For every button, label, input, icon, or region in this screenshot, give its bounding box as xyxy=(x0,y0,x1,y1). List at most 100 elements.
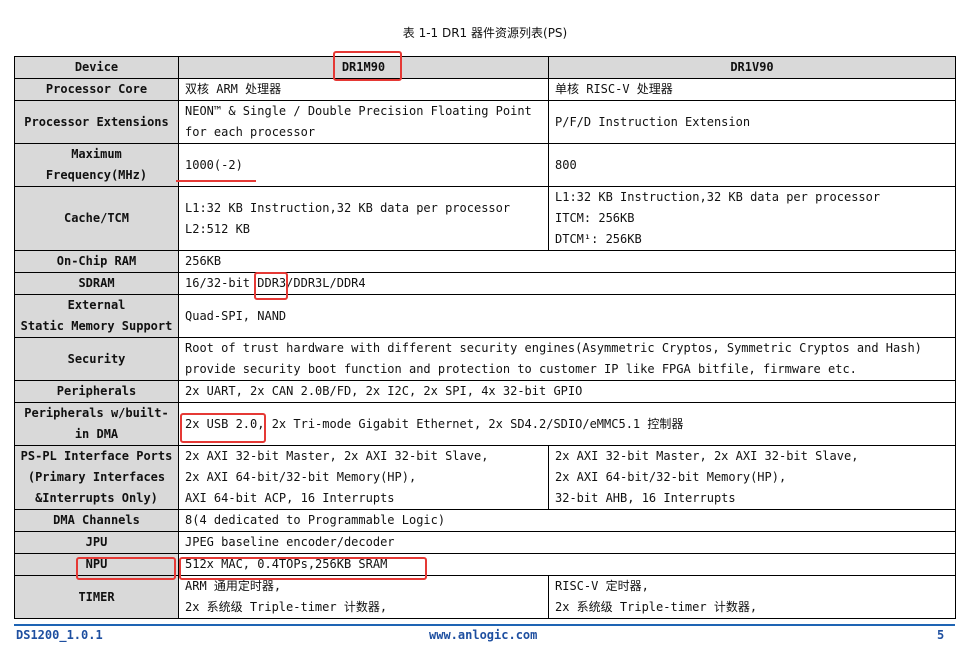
cell-dr1v90-line: P/F/D Instruction Extension xyxy=(555,114,751,129)
row-label-line: &Interrupts Only) xyxy=(35,491,158,505)
cell-dr1v90-line: 2x AXI 32-bit Master, 2x AXI 32-bit Slav… xyxy=(555,449,859,463)
row-label: External Static Memory Support xyxy=(14,294,179,338)
table-body: Processor Core 双核 ARM 处理器 单核 RISC-V 处理器 Pro… xyxy=(14,78,956,619)
cell-dr1v90-line: DTCM¹: 256KB xyxy=(555,232,642,246)
cell-dr1v90-line: 2x 系统级 Triple-timer 计数器, xyxy=(555,600,758,614)
header-device: Device xyxy=(14,56,179,79)
cell-dr1v90: 800 xyxy=(548,143,956,187)
cell-dr1v90: 单核 RISC-V 处理器 xyxy=(548,78,956,101)
cell-dr1v90-line: RISC-V 定时器, xyxy=(555,579,649,593)
table-row: SDRAM 16/32-bit DDR3/DDR3L/DDR4 xyxy=(14,272,956,295)
cell-dr1v90-line: 32-bit AHB, 16 Interrupts xyxy=(555,491,736,505)
cell-dr1v90: 2x AXI 32-bit Master, 2x AXI 32-bit Slav… xyxy=(548,445,956,510)
cell-shared-line: provide security boot function and prote… xyxy=(185,362,857,376)
cell-dr1v90-line: 单核 RISC-V 处理器 xyxy=(555,82,673,96)
row-label: Maximum Frequency(MHz) xyxy=(14,143,179,187)
cell-shared: 8(4 dedicated to Programmable Logic) xyxy=(178,509,956,532)
table-row: Security Root of trust hardware with diff… xyxy=(14,337,956,381)
row-label: SDRAM xyxy=(14,272,179,295)
cell-dr1m90-line: L2:512 KB xyxy=(185,221,251,236)
row-label-line: Processor Core xyxy=(45,82,148,96)
row-label: Security xyxy=(14,337,179,381)
table-row: Processor Extensions NEON™ & Single / Dou… xyxy=(14,100,956,144)
annotation-box-dr1m90 xyxy=(333,51,402,81)
table-header-row: Device DR1M90 DR1V90 xyxy=(14,56,956,79)
cell-shared: 2x USB 2.0, 2x Tri-mode Gigabit Ethernet… xyxy=(178,402,956,446)
cell-dr1v90: L1:32 KB Instruction,32 KB data per proc… xyxy=(548,186,956,251)
header-dr1v90: DR1V90 xyxy=(548,56,956,79)
row-label-line: Peripherals xyxy=(56,384,137,398)
cell-dr1m90-line: 双核 ARM 处理器 xyxy=(185,82,282,96)
table-row: External Static Memory Support Quad-SPI, N… xyxy=(14,294,956,338)
cell-shared-line: 2x UART, 2x CAN 2.0B/FD, 2x I2C, 2x SPI,… xyxy=(185,384,583,398)
annotation-box-usb xyxy=(180,413,266,443)
cell-dr1m90: 2x AXI 32-bit Master, 2x AXI 32-bit Slav… xyxy=(178,445,549,510)
footer-website[interactable]: www.anlogic.com xyxy=(429,628,537,642)
row-label-line: in DMA xyxy=(74,427,119,441)
cell-shared-line: Root of trust hardware with different se… xyxy=(185,341,922,355)
cell-shared-line: Quad-SPI, NAND xyxy=(185,308,287,323)
cell-dr1m90: ARM 通用定时器, 2x 系统级 Triple-timer 计数器, xyxy=(178,575,549,619)
row-label-line: Static Memory Support xyxy=(20,319,173,333)
row-label: DMA Channels xyxy=(14,509,179,532)
row-label-line: Peripherals w/built- xyxy=(24,406,169,420)
annotation-box-ddr3 xyxy=(254,272,288,300)
annotation-box-npu-value xyxy=(179,557,427,580)
row-label: On-Chip RAM xyxy=(14,250,179,273)
row-label: Cache/TCM xyxy=(14,186,179,251)
footer-doc-id: DS1200_1.0.1 xyxy=(16,628,103,642)
cell-shared: Root of trust hardware with different se… xyxy=(178,337,956,381)
cell-dr1m90-line: L1:32 KB Instruction,32 KB data per proc… xyxy=(185,200,511,215)
cell-dr1v90-line: 2x AXI 64-bit/32-bit Memory(HP), xyxy=(555,470,787,484)
cell-shared: 16/32-bit DDR3/DDR3L/DDR4 xyxy=(178,272,956,295)
row-label-line: Frequency(MHz) xyxy=(45,168,148,182)
row-label: JPU xyxy=(14,531,179,554)
table-row: TIMER ARM 通用定时器, 2x 系统级 Triple-timer 计数器, R… xyxy=(14,575,956,619)
row-label-line: (Primary Interfaces xyxy=(27,470,166,484)
cell-dr1v90-line: 800 xyxy=(555,157,577,172)
cell-shared: JPEG baseline encoder/decoder xyxy=(178,531,956,554)
row-label-line: External xyxy=(67,298,126,312)
table-caption: 表 1-1 DR1 器件资源列表(PS) xyxy=(402,26,568,40)
cell-shared-line: 2x USB 2.0, 2x Tri-mode Gigabit Ethernet… xyxy=(185,416,684,431)
cell-dr1v90-line: L1:32 KB Instruction,32 KB data per proc… xyxy=(555,190,881,204)
table-row: DMA Channels 8(4 dedicated to Programmabl… xyxy=(14,509,956,532)
cell-shared: Quad-SPI, NAND xyxy=(178,294,956,338)
cell-dr1v90: P/F/D Instruction Extension xyxy=(548,100,956,144)
cell-shared: 256KB xyxy=(178,250,956,273)
cell-dr1v90: RISC-V 定时器, 2x 系统级 Triple-timer 计数器, xyxy=(548,575,956,619)
row-label-line: TIMER xyxy=(78,589,115,604)
table-row: Peripherals 2x UART, 2x CAN 2.0B/FD, 2x I… xyxy=(14,380,956,403)
row-label: Peripherals xyxy=(14,380,179,403)
cell-shared-line: 256KB xyxy=(185,254,222,268)
row-label: Processor Core xyxy=(14,78,179,101)
table-row: On-Chip RAM 256KB xyxy=(14,250,956,273)
cell-dr1m90-line: AXI 64-bit ACP, 16 Interrupts xyxy=(185,491,395,505)
footer-divider xyxy=(14,624,955,626)
row-label-line: JPU xyxy=(85,535,108,549)
cell-shared-line: 16/32-bit DDR3/DDR3L/DDR4 xyxy=(185,276,366,290)
cell-dr1m90-line: 1000(-2) xyxy=(185,157,243,172)
row-label: Peripherals w/built-in DMA xyxy=(14,402,179,446)
cell-dr1m90-line: 2x 系统级 Triple-timer 计数器, xyxy=(185,600,388,614)
cell-dr1m90: NEON™ & Single / Double Precision Floati… xyxy=(178,100,549,144)
table-row: Maximum Frequency(MHz) 1000(-2) 800 xyxy=(14,143,956,187)
cell-dr1m90: 双核 ARM 处理器 xyxy=(178,78,549,101)
row-label-line: Cache/TCM xyxy=(63,211,130,225)
table-row: Peripherals w/built-in DMA 2x USB 2.0, 2x… xyxy=(14,402,956,446)
cell-dr1v90-line: ITCM: 256KB xyxy=(555,211,635,225)
row-label: PS-PL Interface Ports (Primary Interfaces… xyxy=(14,445,179,510)
annotation-underline-frequency xyxy=(176,180,256,182)
row-label: Processor Extensions xyxy=(14,100,179,144)
table-row: PS-PL Interface Ports (Primary Interfaces… xyxy=(14,445,956,510)
cell-shared-line: 8(4 dedicated to Programmable Logic) xyxy=(185,513,446,527)
cell-dr1m90-line: 2x AXI 32-bit Master, 2x AXI 32-bit Slav… xyxy=(185,449,489,463)
table-row: JPU JPEG baseline encoder/decoder xyxy=(14,531,956,554)
cell-dr1m90-line: for each processor xyxy=(185,125,316,139)
row-label-line: Processor Extensions xyxy=(24,114,169,129)
cell-dr1m90-line: NEON™ & Single / Double Precision Floati… xyxy=(185,104,532,118)
table-row: Processor Core 双核 ARM 处理器 单核 RISC-V 处理器 xyxy=(14,78,956,101)
row-label-line: PS-PL Interface Ports xyxy=(20,449,173,463)
row-label-line: SDRAM xyxy=(78,276,115,290)
cell-shared: 2x UART, 2x CAN 2.0B/FD, 2x I2C, 2x SPI,… xyxy=(178,380,956,403)
